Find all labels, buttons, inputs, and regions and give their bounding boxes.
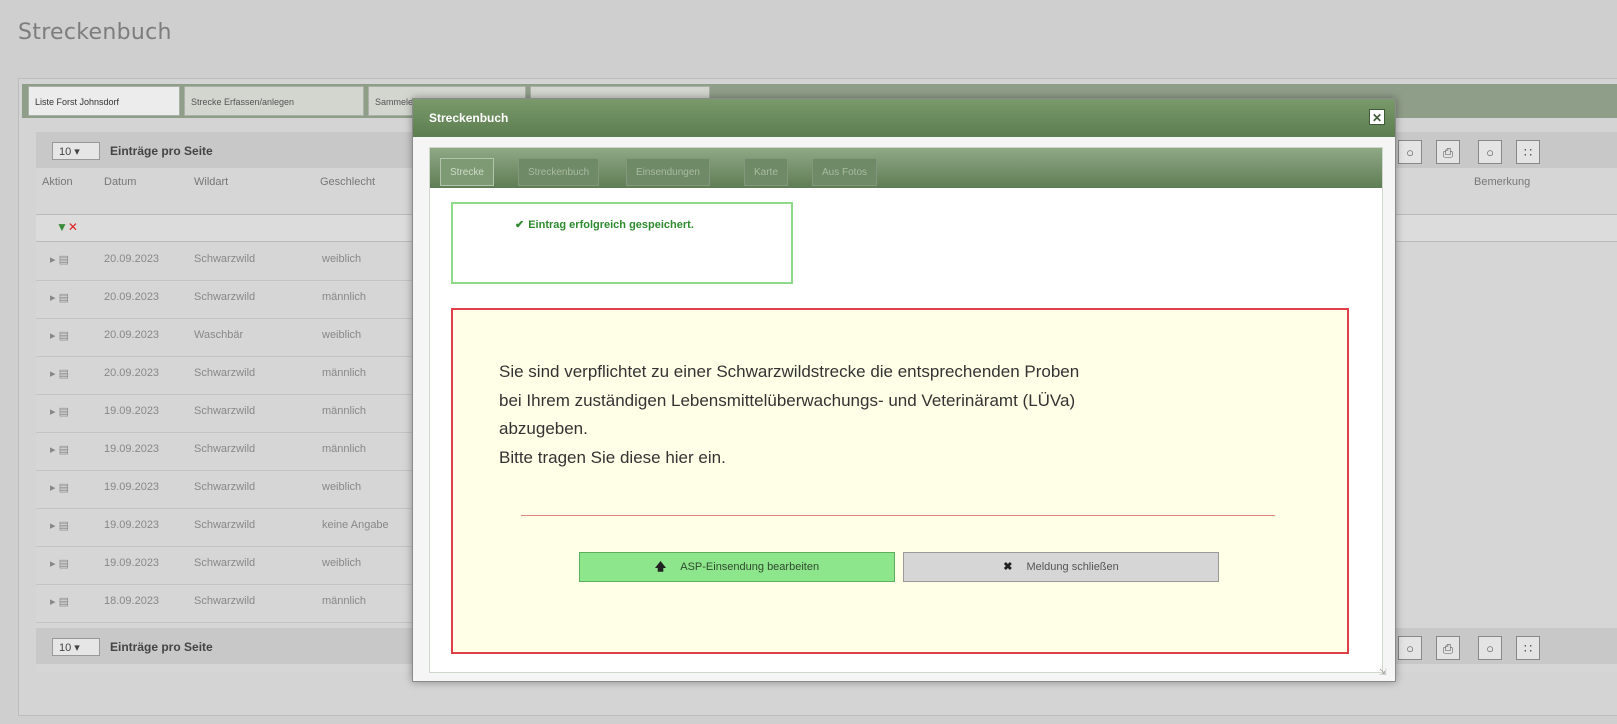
dialog-tab-bar: Strecke Streckenbuch Einsendungen Karte …	[430, 148, 1382, 188]
table-row[interactable]: ▸ ▤ 19.09.2023 Schwarzwild keine Angabe	[36, 506, 416, 547]
table-row[interactable]: ▸ ▤ 18.09.2023 Schwarzwild männlich	[36, 582, 416, 623]
table-row[interactable]: ▸ ▤ 19.09.2023 Schwarzwild weiblich	[36, 544, 416, 585]
upload-icon: 🡅	[654, 561, 667, 573]
tab-liste-forst[interactable]: Liste Forst Johnsdorf	[28, 86, 180, 116]
page-title: Streckenbuch	[18, 20, 172, 45]
table-row[interactable]: ▸ ▤ 20.09.2023 Schwarzwild weiblich	[36, 240, 416, 281]
column-header-geschlecht[interactable]: Geschlecht	[320, 176, 380, 188]
column-header-wildart[interactable]: Wildart	[194, 176, 228, 188]
success-message: ✔ Eintrag erfolgreich gespeichert.	[515, 219, 694, 231]
tab-aus-fotos[interactable]: Aus Fotos	[812, 158, 878, 186]
dialog-titlebar[interactable]: Streckenbuch ✕	[413, 99, 1395, 137]
close-icon[interactable]: ✕	[1369, 109, 1385, 125]
page-size-label: Einträge pro Seite	[110, 144, 213, 158]
print-icon[interactable]: ⎙	[1436, 140, 1460, 164]
refresh-icon-bottom[interactable]: ○	[1478, 636, 1502, 660]
dialog-content: Strecke Streckenbuch Einsendungen Karte …	[429, 147, 1383, 673]
table-row[interactable]: ▸ ▤ 20.09.2023 Schwarzwild männlich	[36, 278, 416, 319]
dialog-title: Streckenbuch	[429, 111, 509, 125]
tab-strecke-erfassen[interactable]: Strecke Erfassen/anlegen	[184, 86, 364, 116]
notice-text: Sie sind verpflichtet zu einer Schwarzwi…	[499, 362, 1080, 467]
print-icon-bottom[interactable]: ⎙	[1436, 636, 1460, 660]
page-size-label-bottom: Einträge pro Seite	[110, 640, 213, 654]
tab-strecke[interactable]: Strecke	[440, 158, 494, 186]
settings-icon[interactable]: ○	[1398, 140, 1422, 164]
tab-karte[interactable]: Karte	[744, 158, 788, 186]
table-row[interactable]: ▸ ▤ 19.09.2023 Schwarzwild männlich	[36, 392, 416, 433]
tab-einsendungen[interactable]: Einsendungen	[626, 158, 710, 186]
asp-notice-box: Sie sind verpflichtet zu einer Schwarzwi…	[451, 308, 1349, 654]
table-row[interactable]: ▸ ▤ 20.09.2023 Waschbär weiblich	[36, 316, 416, 357]
settings-icon-bottom[interactable]: ○	[1398, 636, 1422, 660]
page-size-select-bottom[interactable]: 10 ▾	[52, 638, 100, 656]
streckenbuch-dialog: Streckenbuch ✕ Strecke Streckenbuch Eins…	[412, 98, 1396, 682]
fullscreen-icon[interactable]: ∷	[1516, 140, 1540, 164]
close-message-button[interactable]: ✖ Meldung schließen	[903, 552, 1219, 582]
notice-divider	[521, 515, 1275, 516]
close-x-icon: ✖	[1003, 561, 1013, 573]
success-message-box: ✔ Eintrag erfolgreich gespeichert.	[451, 202, 793, 284]
resize-grip-icon[interactable]: ⇲	[1379, 667, 1389, 677]
column-header-bemerkung[interactable]: Bemerkung	[1474, 176, 1530, 188]
column-header-datum[interactable]: Datum	[104, 176, 136, 188]
edit-asp-submission-button[interactable]: 🡅 ASP-Einsendung bearbeiten	[579, 552, 895, 582]
tab-streckenbuch[interactable]: Streckenbuch	[518, 158, 600, 186]
column-header-aktion[interactable]: Aktion	[42, 176, 73, 188]
table-row[interactable]: ▸ ▤ 20.09.2023 Schwarzwild männlich	[36, 354, 416, 395]
fullscreen-icon-bottom[interactable]: ∷	[1516, 636, 1540, 660]
table-row[interactable]: ▸ ▤ 19.09.2023 Schwarzwild weiblich	[36, 468, 416, 509]
refresh-icon[interactable]: ○	[1478, 140, 1502, 164]
filter-clear-icon[interactable]: ▼✕	[56, 220, 78, 234]
checkmark-icon: ✔	[515, 219, 525, 231]
table-row[interactable]: ▸ ▤ 19.09.2023 Schwarzwild männlich	[36, 430, 416, 471]
page-size-select[interactable]: 10 ▾	[52, 142, 100, 160]
